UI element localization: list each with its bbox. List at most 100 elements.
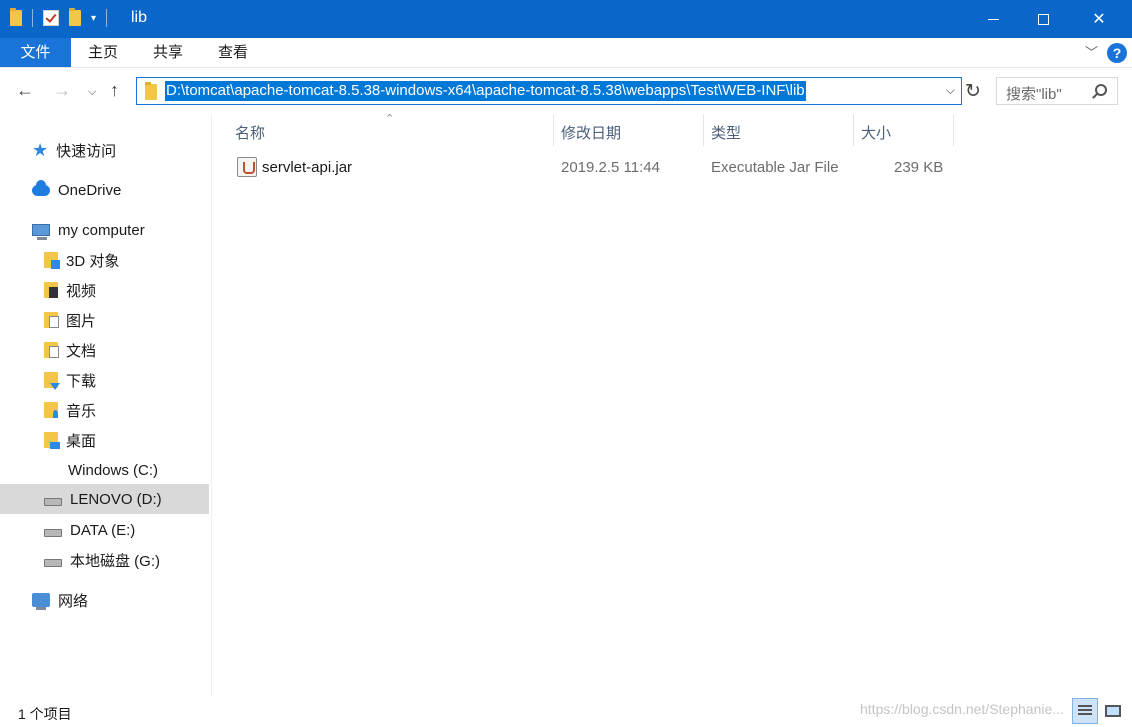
large-icons-view-button[interactable] xyxy=(1100,698,1126,724)
sidebar-item-label: 音乐 xyxy=(66,402,97,420)
quick-access-toolbar: ▾ xyxy=(10,8,108,27)
window-title: lib xyxy=(131,9,148,26)
sidebar-item-network[interactable]: 网络 xyxy=(0,585,209,615)
column-divider[interactable] xyxy=(953,114,954,146)
sidebar-item-my-computer[interactable]: my computer xyxy=(0,215,209,245)
sidebar-item-label: 3D 对象 xyxy=(66,252,120,270)
address-bar[interactable]: D:\tomcat\apache-tomcat-8.5.38-windows-x… xyxy=(136,77,962,105)
star-icon: ★ xyxy=(32,139,49,160)
network-icon xyxy=(32,593,50,610)
details-view-icon xyxy=(1078,705,1092,717)
watermark: https://blog.csdn.net/Stephanie... xyxy=(860,701,1064,717)
address-path[interactable]: D:\tomcat\apache-tomcat-8.5.38-windows-x… xyxy=(165,81,806,101)
toolbar-separator xyxy=(32,9,33,27)
jar-file-icon xyxy=(237,157,257,177)
help-icon[interactable]: ? xyxy=(1107,43,1127,63)
sidebar-item-desktop[interactable]: 桌面 xyxy=(0,425,209,455)
large-icons-view-icon xyxy=(1105,705,1121,717)
column-divider[interactable] xyxy=(553,114,554,146)
maximize-button[interactable] xyxy=(1020,0,1066,38)
table-row[interactable]: servlet-api.jar 2019.2.5 11:44 Executabl… xyxy=(233,154,958,182)
sidebar-item-label: DATA (E:) xyxy=(70,521,136,539)
address-history-chevron-icon[interactable]: ⌵ xyxy=(946,83,955,98)
column-header-date[interactable]: 修改日期 xyxy=(561,122,621,143)
refresh-icon[interactable]: ↻ xyxy=(965,80,981,103)
sidebar-item-label: 下载 xyxy=(66,372,97,390)
cloud-icon xyxy=(32,179,50,196)
sidebar-item-label: 快速访问 xyxy=(56,142,117,160)
customize-toolbar-dropdown-icon[interactable]: ▾ xyxy=(91,13,96,24)
column-divider[interactable] xyxy=(703,114,704,146)
file-date: 2019.2.5 11:44 xyxy=(561,159,660,176)
toolbar-separator xyxy=(106,9,108,27)
sidebar-item-drive-c[interactable]: Windows (C:) xyxy=(0,455,209,485)
sidebar-item-label: my computer xyxy=(58,221,145,239)
3d-objects-folder-icon xyxy=(44,252,60,269)
sidebar-item-label: 桌面 xyxy=(66,432,97,450)
up-arrow-icon[interactable]: ↑ xyxy=(110,80,119,101)
sidebar-item-videos[interactable]: 视频 xyxy=(0,275,209,305)
file-name: servlet-api.jar xyxy=(262,159,353,176)
tab-home[interactable]: 主页 xyxy=(80,38,126,67)
drive-icon xyxy=(44,529,62,537)
sidebar-item-onedrive[interactable]: OneDrive xyxy=(0,175,209,205)
sidebar-item-label: 视频 xyxy=(66,282,97,300)
search-placeholder: 搜索"lib" xyxy=(1006,86,1062,103)
minimize-icon xyxy=(987,18,999,20)
sidebar-item-drive-d[interactable]: LENOVO (D:) xyxy=(0,484,209,514)
new-folder-icon[interactable] xyxy=(69,8,81,26)
properties-icon[interactable] xyxy=(43,10,59,26)
sidebar-item-label: LENOVO (D:) xyxy=(70,490,162,508)
folder-icon xyxy=(145,82,157,100)
details-view-button[interactable] xyxy=(1072,698,1098,724)
tab-share[interactable]: 共享 xyxy=(145,38,191,67)
address-row: ← → ⌵ ↑ D:\tomcat\apache-tomcat-8.5.38-w… xyxy=(0,68,1132,114)
sort-ascending-icon: ⌃ xyxy=(385,113,395,125)
drive-icon xyxy=(44,559,62,567)
ribbon-tabs: 文件 主页 共享 查看 ﹀ ? xyxy=(0,38,1132,68)
computer-icon xyxy=(32,224,50,240)
sidebar-item-pictures[interactable]: 图片 xyxy=(0,305,209,335)
file-size: 239 KB xyxy=(894,159,944,176)
file-type: Executable Jar File xyxy=(711,159,839,176)
recent-locations-chevron-icon[interactable]: ⌵ xyxy=(88,86,96,99)
documents-folder-icon xyxy=(44,342,59,358)
search-icon[interactable] xyxy=(1095,84,1107,96)
tab-file[interactable]: 文件 xyxy=(0,38,71,67)
sidebar-item-drive-e[interactable]: DATA (E:) xyxy=(0,515,209,545)
sidebar-item-3d-objects[interactable]: 3D 对象 xyxy=(0,245,209,275)
column-header-size[interactable]: 大小 xyxy=(861,122,891,143)
drive-icon xyxy=(44,498,62,506)
downloads-folder-icon xyxy=(44,372,60,390)
windows-drive-icon xyxy=(44,462,60,478)
pictures-folder-icon xyxy=(44,312,59,328)
sidebar-item-label: 网络 xyxy=(58,592,89,610)
close-button[interactable]: ✕ xyxy=(1076,0,1122,38)
expand-ribbon-chevron-icon[interactable]: ﹀ xyxy=(1085,42,1098,61)
column-header-type[interactable]: 类型 xyxy=(711,122,741,143)
sidebar-item-documents[interactable]: 文档 xyxy=(0,335,209,365)
sidebar-item-label: 文档 xyxy=(66,342,97,360)
music-folder-icon xyxy=(44,402,58,418)
file-list: ⌃ 名称 修改日期 类型 大小 servlet-api.jar 2019.2.5… xyxy=(213,113,1132,696)
sidebar-item-label: 本地磁盘 (G:) xyxy=(70,552,160,570)
forward-arrow-icon[interactable]: → xyxy=(53,80,71,101)
sidebar-item-label: 图片 xyxy=(66,312,97,330)
title-bar: ▾ lib ✕ xyxy=(0,0,1132,38)
sidebar-item-downloads[interactable]: 下载 xyxy=(0,365,209,395)
search-input[interactable]: 搜索"lib" xyxy=(996,77,1118,105)
close-icon: ✕ xyxy=(1092,11,1106,28)
item-count: 1 个项目 xyxy=(18,706,72,722)
column-header-name[interactable]: 名称 xyxy=(235,122,265,143)
back-arrow-icon[interactable]: ← xyxy=(16,80,34,101)
sidebar-item-drive-g[interactable]: 本地磁盘 (G:) xyxy=(0,545,209,575)
desktop-folder-icon xyxy=(44,432,60,449)
status-bar: 1 个项目 https://blog.csdn.net/Stephanie... xyxy=(0,696,1132,727)
sidebar-item-quick-access[interactable]: ★ 快速访问 xyxy=(0,135,209,165)
maximize-icon xyxy=(1037,13,1049,25)
folder-icon xyxy=(10,8,22,26)
sidebar-item-music[interactable]: 音乐 xyxy=(0,395,209,425)
tab-view[interactable]: 查看 xyxy=(210,38,256,67)
minimize-button[interactable] xyxy=(970,0,1016,38)
column-divider[interactable] xyxy=(853,114,854,146)
